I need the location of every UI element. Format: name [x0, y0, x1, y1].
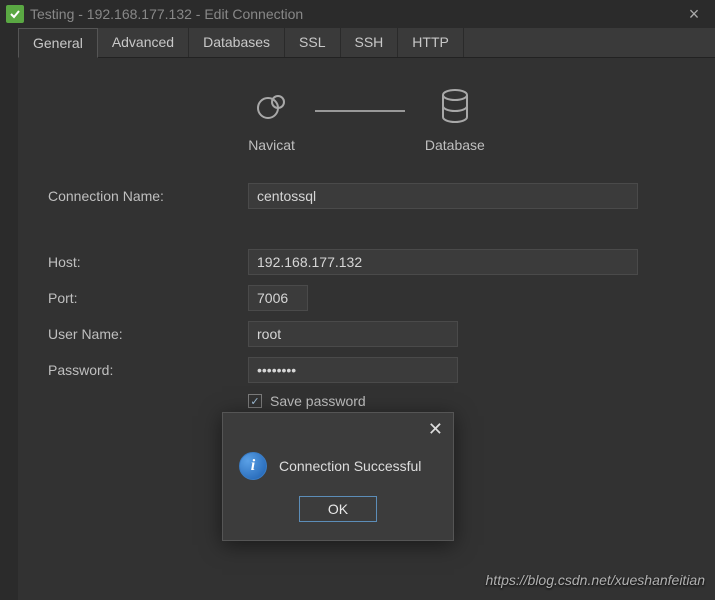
password-label: Password:	[48, 362, 248, 378]
info-icon: i	[239, 452, 267, 480]
host-label: Host:	[48, 254, 248, 270]
port-label: Port:	[48, 290, 248, 306]
username-input[interactable]	[248, 321, 458, 347]
window-close-button[interactable]: ×	[679, 4, 709, 25]
connection-name-input[interactable]	[248, 183, 638, 209]
navicat-icon	[254, 88, 290, 127]
port-input[interactable]	[248, 285, 308, 311]
save-password-checkbox[interactable]: ✓	[248, 394, 262, 408]
general-panel: Navicat Database Connection Name: Host:	[18, 58, 715, 429]
connection-name-label: Connection Name:	[48, 188, 248, 204]
dialog-close-button[interactable]: ✕	[428, 419, 443, 440]
titlebar: Testing - 192.168.177.132 - Edit Connect…	[0, 0, 715, 28]
dialog-message: Connection Successful	[279, 458, 421, 474]
edit-connection-window: Testing - 192.168.177.132 - Edit Connect…	[0, 0, 715, 600]
tab-general[interactable]: General	[18, 28, 98, 58]
app-icon	[6, 5, 24, 23]
tab-ssh[interactable]: SSH	[341, 28, 399, 57]
connection-diagram: Navicat Database	[48, 88, 685, 153]
tab-databases[interactable]: Databases	[189, 28, 285, 57]
host-input[interactable]	[248, 249, 638, 275]
tab-ssl[interactable]: SSL	[285, 28, 340, 57]
ok-button[interactable]: OK	[299, 496, 377, 522]
username-label: User Name:	[48, 326, 248, 342]
window-title: Testing - 192.168.177.132 - Edit Connect…	[30, 6, 679, 22]
save-password-label: Save password	[270, 393, 366, 409]
tab-http[interactable]: HTTP	[398, 28, 464, 57]
tab-advanced[interactable]: Advanced	[98, 28, 189, 57]
result-dialog: ✕ i Connection Successful OK	[222, 412, 454, 541]
tab-bar: General Advanced Databases SSL SSH HTTP	[18, 28, 715, 58]
diagram-line	[315, 110, 405, 112]
diagram-left-label: Navicat	[248, 137, 295, 153]
watermark: https://blog.csdn.net/xueshanfeitian	[486, 572, 705, 588]
password-input[interactable]	[248, 357, 458, 383]
diagram-right-label: Database	[425, 137, 485, 153]
database-icon	[439, 88, 471, 127]
